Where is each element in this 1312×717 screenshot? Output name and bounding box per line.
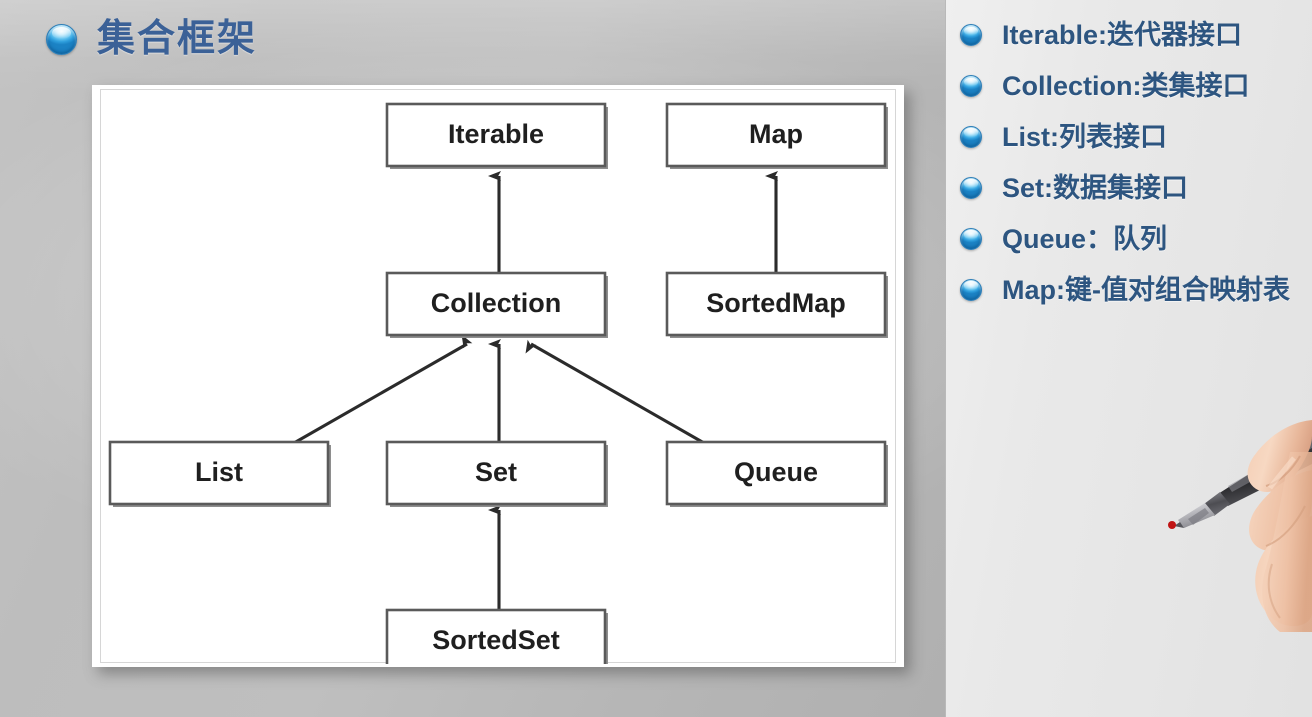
- diagram-node-map: Map: [665, 102, 888, 169]
- node-label: Set: [475, 457, 517, 487]
- sidebar-bullet-list: Iterable:迭代器接口 Collection:类集接口 List:列表接口…: [960, 19, 1310, 325]
- blue-sphere-bullet-icon: [46, 23, 77, 55]
- page-title: 集合框架: [97, 18, 258, 60]
- list-item-label: Collection:类集接口: [1002, 70, 1250, 101]
- diagram-node-collection: Collection: [385, 271, 608, 338]
- diagram-node-set: Set: [385, 440, 608, 507]
- blue-sphere-bullet-icon: [960, 278, 982, 301]
- slide-root: 集合框架 Iterable Map Collection SortedMap L…: [0, 0, 1312, 717]
- pen-icon: [1168, 434, 1312, 529]
- blue-sphere-bullet-icon: [960, 176, 982, 199]
- diagram-node-list: List: [108, 440, 331, 507]
- notes-sidebar: Iterable:迭代器接口 Collection:类集接口 List:列表接口…: [945, 0, 1312, 717]
- hand-icon: [1247, 420, 1312, 632]
- list-item[interactable]: Map:键-值对组合映射表: [960, 274, 1310, 307]
- hand-holding-pen-icon: [1162, 412, 1312, 632]
- list-item[interactable]: Iterable:迭代器接口: [960, 19, 1310, 52]
- edge-list-to-collection: [272, 334, 473, 457]
- pen-tip-dot-icon: [1168, 521, 1176, 529]
- list-item[interactable]: Queue：队列: [960, 223, 1310, 256]
- node-label: Iterable: [448, 119, 544, 149]
- blue-sphere-bullet-icon: [960, 24, 982, 46]
- node-label: List: [195, 457, 243, 487]
- slide-content-pane: 集合框架 Iterable Map Collection SortedMap L…: [0, 0, 945, 717]
- node-label: Collection: [431, 288, 562, 318]
- collections-hierarchy-diagram: Iterable Map Collection SortedMap List S…: [108, 102, 888, 664]
- list-item-label: Queue：队列: [1002, 223, 1168, 254]
- node-label: Map: [749, 119, 803, 149]
- list-item[interactable]: Set:数据集接口: [960, 172, 1310, 205]
- list-item-label: Iterable:迭代器接口: [1002, 20, 1243, 50]
- diagram-image-panel: Iterable Map Collection SortedMap List S…: [92, 85, 904, 667]
- diagram-node-sortedmap: SortedMap: [665, 271, 888, 338]
- edge-queue-to-collection: [525, 339, 726, 457]
- list-item-label: Map:键-值对组合映射表: [1002, 274, 1290, 305]
- diagram-node-queue: Queue: [665, 440, 888, 507]
- blue-sphere-bullet-icon: [960, 74, 982, 97]
- blue-sphere-bullet-icon: [960, 227, 982, 250]
- node-label: SortedMap: [706, 288, 846, 318]
- list-item[interactable]: Collection:类集接口: [960, 70, 1310, 103]
- slide-title-row: 集合框架: [46, 20, 257, 58]
- blue-sphere-bullet-icon: [960, 125, 982, 148]
- node-label: SortedSet: [432, 625, 560, 655]
- diagram-node-iterable: Iterable: [385, 102, 608, 169]
- list-item-label: List:列表接口: [1002, 121, 1167, 152]
- diagram-node-sortedset: SortedSet: [385, 608, 608, 664]
- node-label: Queue: [734, 457, 818, 487]
- list-item[interactable]: List:列表接口: [960, 121, 1310, 154]
- list-item-label: Set:数据集接口: [1002, 172, 1189, 203]
- diagram-frame: Iterable Map Collection SortedMap List S…: [100, 89, 896, 664]
